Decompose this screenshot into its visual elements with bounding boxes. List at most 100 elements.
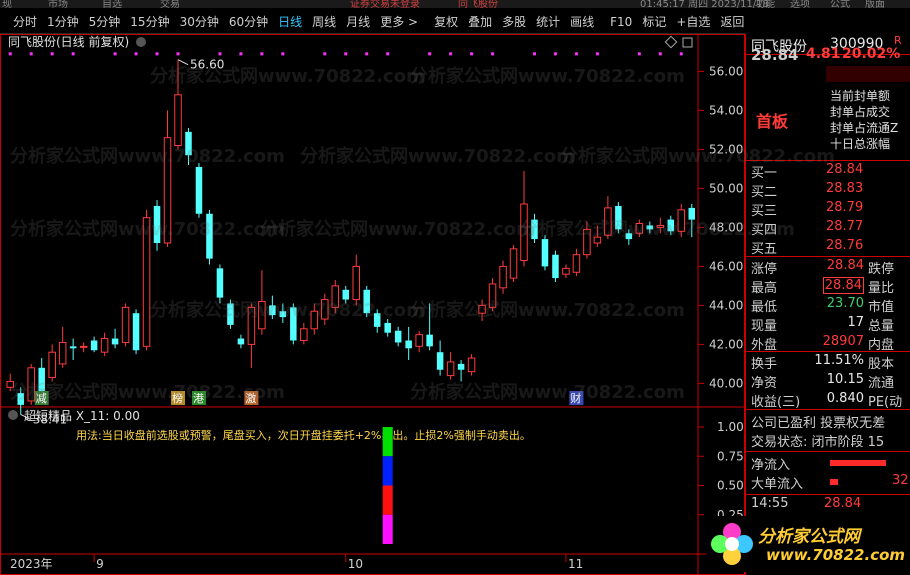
menu-item[interactable]: 自选: [102, 0, 122, 8]
candle-body: [394, 330, 402, 343]
candle-body: [478, 304, 486, 314]
high-pointer: [177, 59, 189, 66]
signal-dot: [365, 52, 369, 56]
indicator-bar-segment: [382, 485, 393, 515]
menu-item[interactable]: 选项: [790, 0, 810, 8]
candle-body: [531, 219, 538, 240]
signal-dot: [134, 52, 138, 56]
menu-item[interactable]: 公式: [830, 0, 850, 8]
chart-frame: [0, 34, 745, 575]
quote-panel: 同飞股份 300990 R 28.84 4.81 20.02% 首板 当前封单额…: [706, 34, 910, 575]
x-tick-label: 9: [96, 557, 104, 571]
candle-body: [593, 236, 602, 244]
signal-dot: [637, 52, 641, 56]
candle-body: [206, 213, 213, 259]
signal-dot: [532, 52, 536, 56]
stat-label: 涨停: [751, 262, 778, 277]
toolbar-button[interactable]: 多股: [497, 10, 531, 34]
candle-body: [352, 265, 360, 301]
stat-value: 10.15: [826, 372, 864, 387]
toolbar-button[interactable]: 5分钟: [84, 10, 126, 34]
indicator-usage-text: 用法:当日收盘前选股或预警，尾盘买入，次日开盘挂委托+2%卖出。止损2%强制手动…: [76, 428, 531, 442]
stat-value: 28.84: [826, 258, 864, 273]
board-info: 当前封单额 封单占成交 封单占流通Z 十日总涨幅: [830, 88, 898, 152]
menu-item[interactable]: 版面: [865, 0, 885, 8]
stat-label-2: 股本: [868, 357, 895, 372]
toolbar-button[interactable]: 叠加: [463, 10, 497, 34]
candle-body: [615, 205, 622, 230]
signal-dot: [658, 52, 662, 56]
indicator-y-tick-label: 1.00: [717, 420, 744, 434]
big-inflow-bar: [830, 479, 838, 485]
stat-label: 收益(三): [751, 395, 801, 410]
toolbar-button[interactable]: 60分钟: [224, 10, 273, 34]
logo-url: www.70822.com: [766, 546, 906, 564]
candle-body: [467, 357, 476, 373]
candle-body: [321, 299, 329, 320]
candle-body: [646, 225, 654, 230]
y-tick-label: 46.00: [709, 259, 743, 273]
signal-dot: [260, 52, 264, 56]
candle-body: [237, 338, 245, 345]
toolbar-button[interactable]: 分时: [8, 10, 42, 34]
signal-dot: [574, 52, 578, 56]
diamond-icon[interactable]: [664, 35, 678, 49]
toolbar-button[interactable]: 日线: [273, 10, 307, 34]
order-price: 28.79: [826, 200, 864, 215]
menu-item[interactable]: 现: [2, 0, 12, 8]
candle-body: [258, 301, 266, 330]
stat-label: 换手: [751, 357, 778, 372]
x-tick-label: 2023年: [10, 557, 53, 571]
candle-body: [363, 289, 370, 314]
order-price: 28.76: [826, 238, 864, 253]
menu-item[interactable]: 市场: [48, 0, 68, 8]
flower-logo-icon: [711, 523, 753, 565]
toolbar-button[interactable]: 30分钟: [175, 10, 224, 34]
stat-label: 现量: [751, 319, 778, 334]
quote-change: 4.81: [806, 46, 841, 62]
candle-body: [384, 322, 391, 333]
app-menu-strip: 现 市场 自选 交易 证券交易未登录 同飞股份 功能 选项 公式 版面 01:4…: [0, 0, 910, 8]
stat-label-2: 流通: [868, 376, 895, 391]
toolbar-button[interactable]: 返回: [715, 10, 749, 34]
candle-body: [153, 205, 161, 243]
signal-dot: [8, 52, 12, 56]
order-label: 买五: [751, 242, 778, 257]
signal-dot: [553, 52, 557, 56]
maximize-icon[interactable]: [682, 37, 693, 48]
candle-body: [635, 223, 644, 234]
candle-body: [290, 307, 297, 341]
big-inflow-label: 大单流入: [751, 477, 804, 492]
chart-menu-icon[interactable]: [136, 37, 146, 47]
candle-body: [111, 338, 119, 345]
event-marker-label: 榜: [172, 391, 183, 405]
candle-body: [667, 219, 675, 232]
toolbar-button[interactable]: 1分钟: [42, 10, 84, 34]
toolbar-button[interactable]: 标记: [637, 10, 671, 34]
signal-dot: [113, 52, 117, 56]
chart-area[interactable]: 同飞股份(日线 前复权) 56.00 54.00 52.00 50.00 48.00 46.…: [0, 34, 745, 575]
candle-body: [227, 303, 234, 325]
trade-status: 交易状态: 闭市阶段 15: [751, 435, 885, 450]
toolbar-button[interactable]: 复权: [429, 10, 463, 34]
toolbar-button[interactable]: 更多 >: [375, 10, 423, 34]
candle-body: [27, 367, 35, 402]
menu-item[interactable]: 交易: [160, 0, 180, 8]
toolbar-button[interactable]: +自选: [671, 10, 715, 34]
toolbar-button[interactable]: 画线: [565, 10, 599, 34]
y-tick-label: 40.00: [709, 376, 743, 390]
candle-body: [38, 367, 45, 392]
toolbar-button[interactable]: F10: [605, 10, 637, 34]
company-note: 公司已盈利 投票权无差: [751, 416, 886, 431]
toolbar-button[interactable]: 月线: [341, 10, 375, 34]
indicator-menu-icon[interactable]: [8, 410, 18, 420]
candle-body: [520, 203, 528, 262]
signal-dot: [239, 52, 243, 56]
site-logo: 分析家公式网 www.70822.com: [706, 516, 910, 572]
toolbar-button[interactable]: 15分钟: [125, 10, 174, 34]
stat-value: 28907: [822, 334, 864, 349]
signal-dot: [449, 52, 453, 56]
toolbar-button[interactable]: 统计: [531, 10, 565, 34]
toolbar-button[interactable]: 周线: [307, 10, 341, 34]
candle-body: [216, 268, 224, 298]
